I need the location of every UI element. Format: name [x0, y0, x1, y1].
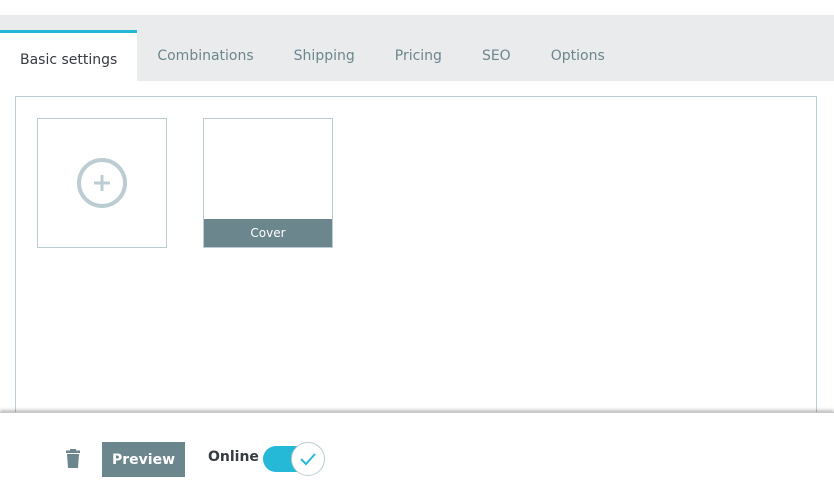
toggle-knob — [291, 442, 325, 476]
plus-circle-icon — [77, 158, 127, 208]
tab-basic-settings[interactable]: Basic settings — [0, 30, 138, 81]
footer-bar: Preview Online — [0, 412, 834, 481]
add-image-button[interactable] — [37, 118, 167, 248]
tab-pricing[interactable]: Pricing — [375, 31, 462, 81]
product-editor-page: Basic settings Combinations Shipping Pri… — [0, 0, 834, 481]
product-tabs: Basic settings Combinations Shipping Pri… — [0, 15, 834, 81]
online-label: Online — [208, 449, 259, 465]
preview-button[interactable]: Preview — [102, 442, 185, 477]
tab-seo[interactable]: SEO — [462, 31, 531, 81]
cover-label: Cover — [204, 219, 332, 247]
check-icon — [300, 453, 316, 466]
trash-icon[interactable] — [64, 449, 82, 469]
online-toggle[interactable] — [263, 442, 325, 476]
tab-shipping[interactable]: Shipping — [274, 31, 375, 81]
images-panel: Cover — [15, 96, 817, 426]
tab-combinations[interactable]: Combinations — [137, 31, 273, 81]
tab-options[interactable]: Options — [531, 31, 625, 81]
cover-image-card[interactable]: Cover — [203, 118, 333, 248]
